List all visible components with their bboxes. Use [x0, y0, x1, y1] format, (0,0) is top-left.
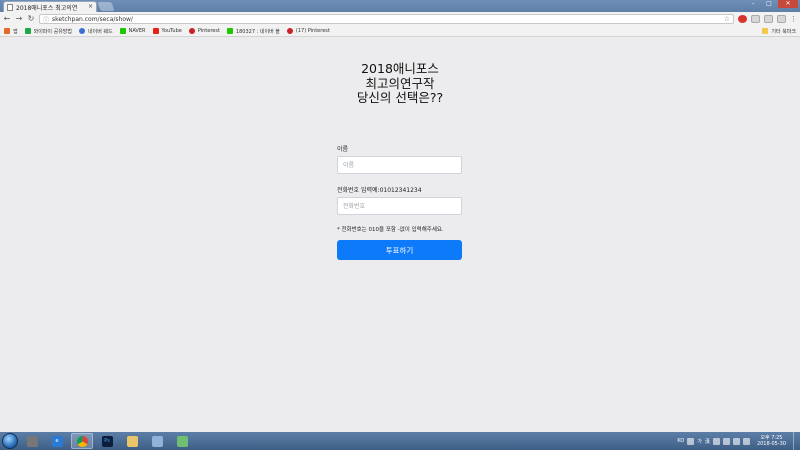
back-arrow-icon[interactable]: ←: [3, 15, 11, 23]
window-close-icon[interactable]: ✕: [778, 0, 798, 8]
naver-icon: [119, 28, 126, 34]
bookmark-item[interactable]: 와이파이 공유방법: [24, 28, 72, 35]
minimize-icon[interactable]: –: [746, 0, 760, 8]
forward-arrow-icon[interactable]: →: [15, 15, 23, 23]
ko-ime-label[interactable]: KO: [677, 438, 684, 444]
taskbar-app[interactable]: [146, 433, 168, 449]
bookmark-item[interactable]: (17) Pinterest: [286, 28, 330, 34]
ime-mode[interactable]: 가: [697, 438, 702, 445]
maximize-icon[interactable]: □: [762, 0, 776, 8]
taskbar-app[interactable]: [21, 433, 43, 449]
phone-hint: * 전화번호는 010을 포함 -없이 입력해주세요.: [337, 227, 444, 233]
extension-icon[interactable]: [751, 15, 760, 23]
clock[interactable]: 오후 7:25 2018-05-30: [757, 435, 786, 447]
hanja-mode[interactable]: 漢: [705, 438, 710, 445]
page-title: 2018애니포스 최고의연구작 당신의 선택은??: [356, 61, 444, 105]
browser-toolbar: ← → ↻ ⓘ sketchpan.com/seca/show/ ☆ ⋮: [0, 12, 800, 26]
bookmark-item[interactable]: YouTube: [152, 28, 182, 34]
url-text[interactable]: sketchpan.com/seca/show/: [52, 16, 721, 23]
taskbar-app[interactable]: Ps: [96, 433, 118, 449]
bookmark-star-icon[interactable]: ☆: [724, 15, 730, 23]
phone-label: 전화번호 입력예:01012341234: [337, 187, 422, 194]
bookmark-apps[interactable]: 앱: [4, 28, 18, 35]
vote-form: 2018애니포스 최고의연구작 당신의 선택은?? 이름 전화번호 입력예:01…: [337, 61, 463, 260]
volume-icon[interactable]: [742, 437, 750, 445]
new-tab-button[interactable]: [97, 2, 115, 11]
bookmark-favicon-icon: [24, 28, 31, 34]
folder-icon: [762, 28, 769, 34]
bookmark-item[interactable]: 네이버 웨드: [79, 28, 113, 35]
bookmark-item[interactable]: NAVER: [119, 28, 146, 34]
page-content: 2018애니포스 최고의연구작 당신의 선택은?? 이름 전화번호 입력예:01…: [0, 38, 800, 432]
tab-title: 2018애니포스 최고의연: [16, 4, 78, 12]
start-button[interactable]: [2, 433, 18, 449]
extension-icon[interactable]: [764, 15, 773, 23]
pinterest-icon: [286, 28, 293, 34]
tab-strip: 2018애니포스 최고의연 × – □ ✕: [0, 0, 800, 12]
browser-tab[interactable]: 2018애니포스 최고의연 ×: [3, 1, 97, 12]
bookmark-item[interactable]: Pinterest: [188, 28, 220, 34]
window-controls: – □ ✕: [746, 0, 798, 8]
gamepad-icon: [26, 435, 38, 447]
youtube-icon: [152, 28, 159, 34]
name-label: 이름: [337, 146, 349, 153]
show-desktop-button[interactable]: [793, 432, 798, 450]
reload-icon[interactable]: ↻: [27, 15, 35, 23]
adblock-extension-icon[interactable]: [738, 15, 747, 23]
page-icon: [7, 3, 13, 11]
taskbar: e Ps KO 가 漢 오후 7:25 2018-05-30: [0, 432, 800, 450]
system-tray: KO 가 漢 오후 7:25 2018-05-30: [677, 432, 798, 450]
taskbar-app-chrome[interactable]: [71, 433, 93, 449]
ie-icon: e: [51, 435, 63, 447]
apps-grid-icon: [4, 28, 10, 34]
bookmark-item[interactable]: 180327 : 네이버 블: [226, 28, 280, 35]
name-input[interactable]: [337, 156, 462, 174]
vote-button[interactable]: 투표하기: [337, 240, 462, 260]
other-bookmarks[interactable]: 기타 북마크: [762, 28, 796, 35]
pinterest-icon: [188, 28, 195, 34]
address-bar[interactable]: ⓘ sketchpan.com/seca/show/ ☆: [39, 14, 734, 24]
network-icon[interactable]: [732, 437, 740, 445]
menu-icon[interactable]: ⋮: [790, 15, 797, 23]
taskbar-app[interactable]: e: [46, 433, 68, 449]
taskbar-app[interactable]: [171, 433, 193, 449]
bookmark-favicon-icon: [79, 28, 85, 34]
folder-icon: [126, 435, 138, 447]
image-viewer-icon: [176, 435, 188, 447]
close-icon[interactable]: ×: [88, 4, 93, 10]
flag-icon[interactable]: [722, 437, 730, 445]
ime-icon[interactable]: [687, 437, 695, 445]
extension-icon[interactable]: [777, 15, 786, 23]
settings-icon[interactable]: [712, 437, 720, 445]
clock-date: 2018-05-30: [756, 441, 786, 447]
document-icon: [151, 435, 163, 447]
info-icon[interactable]: ⓘ: [43, 15, 49, 24]
photoshop-icon: Ps: [101, 435, 113, 447]
phone-input[interactable]: [337, 197, 462, 215]
bookmarks-bar: 앱 와이파이 공유방법 네이버 웨드 NAVER YouTube Pintere…: [0, 26, 800, 37]
taskbar-app[interactable]: [121, 433, 143, 449]
chrome-icon: [76, 435, 88, 447]
naver-blog-icon: [226, 28, 233, 34]
